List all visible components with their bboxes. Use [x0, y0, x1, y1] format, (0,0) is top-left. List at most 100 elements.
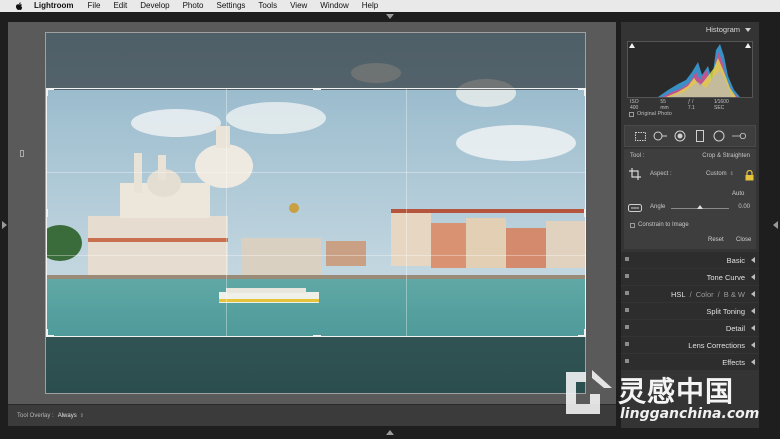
- section-label-bw[interactable]: B & W: [724, 290, 745, 299]
- panel-switch-icon[interactable]: [625, 359, 629, 363]
- panel-switch-icon[interactable]: [625, 257, 629, 261]
- panel-switch-icon[interactable]: [625, 325, 629, 329]
- expand-triangle-icon[interactable]: [751, 257, 755, 263]
- crop-handle-top-right[interactable]: [584, 88, 586, 96]
- histogram-graph: [627, 41, 753, 98]
- menu-bar: Lightroom File Edit Develop Photo Settin…: [0, 0, 780, 12]
- exif-focal: 55 mm: [660, 99, 669, 111]
- crop-side-marker: [20, 150, 24, 157]
- section-label: Split Toning: [706, 306, 745, 316]
- crop-handle-left[interactable]: [46, 209, 48, 217]
- section-lens-corrections[interactable]: Lens Corrections: [621, 337, 759, 353]
- crop-handle-top-left[interactable]: [46, 88, 48, 96]
- aspect-select[interactable]: Custom ⇕: [706, 171, 734, 177]
- expand-triangle-icon[interactable]: [751, 274, 755, 280]
- angle-value[interactable]: 0.00: [738, 204, 750, 210]
- histogram-header[interactable]: Histogram: [621, 22, 759, 37]
- spot-removal-icon[interactable]: [653, 129, 668, 143]
- lock-icon[interactable]: [742, 168, 756, 182]
- section-separator: /: [717, 289, 720, 299]
- exif-info: ISO 400 55 mm ƒ / 7.1 1⁄1600 SEC: [630, 99, 752, 111]
- adjustment-brush-icon[interactable]: [732, 129, 747, 143]
- section-label[interactable]: HSL: [671, 290, 686, 299]
- panel-switch-icon[interactable]: [625, 291, 629, 295]
- angle-value-text[interactable]: 0.00: [738, 204, 750, 210]
- reset-button[interactable]: Reset: [708, 237, 724, 243]
- tool-value: Crop & Straighten: [702, 153, 750, 159]
- tool-overlay-select[interactable]: Always: [58, 413, 77, 419]
- menu-help[interactable]: Help: [362, 0, 378, 12]
- top-panel-toggle[interactable]: [386, 14, 394, 19]
- section-tone-curve[interactable]: Tone Curve: [621, 269, 759, 285]
- original-photo-row[interactable]: Original Photo: [629, 111, 672, 117]
- close-button[interactable]: Close: [736, 237, 751, 243]
- exif-aperture: ƒ / 7.1: [687, 99, 695, 111]
- aspect-label-row: Aspect :: [650, 171, 672, 177]
- panel-switch-icon[interactable]: [625, 274, 629, 278]
- site-watermark: 灵感中国 lingganchina.com: [556, 364, 776, 426]
- crop-handle-bottom-left[interactable]: [46, 329, 48, 337]
- graduated-filter-icon[interactable]: [693, 129, 707, 143]
- collapse-triangle-icon[interactable]: [745, 27, 751, 32]
- crop-handle-bottom[interactable]: [313, 335, 321, 337]
- aspect-label: Aspect :: [650, 171, 672, 177]
- panel-switch-icon[interactable]: [625, 308, 629, 312]
- aspect-value[interactable]: Custom: [706, 171, 727, 177]
- crop-handle-right[interactable]: [584, 209, 586, 217]
- expand-triangle-icon[interactable]: [751, 308, 755, 314]
- menu-view[interactable]: View: [290, 0, 307, 12]
- tool-strip: [624, 125, 756, 147]
- red-eye-icon[interactable]: [673, 129, 687, 143]
- chevron-updown-icon[interactable]: ⇕: [80, 413, 84, 419]
- crop-straighten-panel: Tool : Crop & Straighten Aspect : Custom…: [624, 149, 756, 249]
- watermark-cn: 灵感中国: [618, 375, 735, 408]
- crop-handle-bottom-right[interactable]: [584, 329, 586, 337]
- expand-triangle-icon[interactable]: [751, 291, 755, 297]
- straighten-icon[interactable]: [628, 201, 642, 215]
- section-hsl[interactable]: HSL / Color / B & W: [621, 286, 759, 302]
- menu-tools[interactable]: Tools: [258, 0, 277, 12]
- tool-value-text: Crop & Straighten: [702, 153, 750, 159]
- crop-handle-top[interactable]: [313, 88, 321, 90]
- crop-overlay-icon[interactable]: [634, 129, 648, 143]
- section-label: Lens Corrections: [688, 340, 745, 350]
- menu-photo[interactable]: Photo: [183, 0, 204, 12]
- menu-app-name[interactable]: Lightroom: [34, 0, 74, 12]
- expand-triangle-icon[interactable]: [751, 342, 755, 348]
- menu-develop[interactable]: Develop: [140, 0, 169, 12]
- original-photo-checkbox[interactable]: [629, 111, 634, 117]
- section-split-toning[interactable]: Split Toning: [621, 303, 759, 319]
- menu-window[interactable]: Window: [320, 0, 348, 12]
- auto-button[interactable]: Auto: [732, 191, 744, 197]
- exif-shutter: 1⁄1600 SEC: [714, 99, 729, 111]
- section-label-color[interactable]: Color: [696, 290, 714, 299]
- menu-edit[interactable]: Edit: [113, 0, 127, 12]
- tool-overlay-label: Tool Overlay :: [17, 412, 54, 419]
- tool-label: Tool :: [630, 153, 645, 159]
- crop-frame-tool-icon[interactable]: [628, 167, 642, 181]
- angle-label-row: Angle: [650, 204, 665, 210]
- left-panel-toggle[interactable]: [2, 221, 7, 229]
- constrain-row[interactable]: Constrain to Image: [630, 222, 689, 228]
- section-detail[interactable]: Detail: [621, 320, 759, 336]
- section-label: Tone Curve: [706, 272, 745, 282]
- expand-triangle-icon[interactable]: [751, 325, 755, 331]
- angle-label: Angle: [650, 204, 666, 210]
- crop-grid-line: [406, 89, 407, 336]
- radial-filter-icon[interactable]: [712, 129, 726, 143]
- menu-file[interactable]: File: [88, 0, 101, 12]
- angle-slider-thumb[interactable]: [697, 205, 703, 209]
- section-basic[interactable]: Basic: [621, 252, 759, 268]
- apple-icon[interactable]: [14, 1, 23, 11]
- chevron-updown-icon[interactable]: ⇕: [730, 171, 734, 177]
- crop-frame[interactable]: [46, 88, 586, 337]
- develop-sections: Basic Tone Curve HSL / Color / B & W Spl…: [621, 252, 759, 371]
- crop-grid-line: [47, 172, 585, 173]
- panel-switch-icon[interactable]: [625, 342, 629, 346]
- right-panel-toggle[interactable]: [773, 221, 778, 229]
- menu-settings[interactable]: Settings: [217, 0, 246, 12]
- crop-grid-line: [226, 89, 227, 336]
- constrain-checkbox[interactable]: [630, 222, 635, 228]
- bottom-panel-toggle[interactable]: [386, 430, 394, 435]
- histogram-title: Histogram: [705, 25, 740, 34]
